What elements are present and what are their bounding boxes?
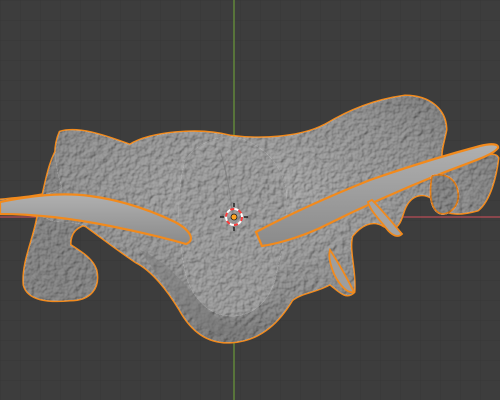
3d-viewport[interactable]: sculpted-creature-mesh xyxy=(0,0,500,400)
3d-cursor[interactable] xyxy=(0,0,500,400)
